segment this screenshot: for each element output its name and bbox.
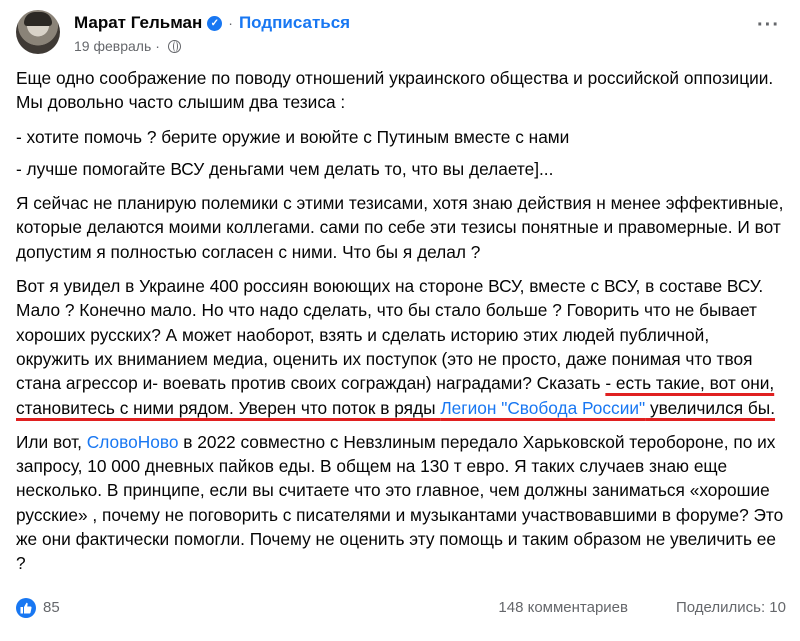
date-separator: · [155, 38, 160, 54]
post-text: Еще одно соображение по поводу отношений… [16, 66, 786, 586]
paragraph-6-start: Или вот, [16, 431, 87, 452]
post-date[interactable]: 19 февраль [74, 38, 151, 54]
thumbs-up-icon [20, 602, 32, 614]
separator-dot: · [228, 15, 233, 31]
author-avatar[interactable] [16, 10, 60, 54]
subscribe-button[interactable]: Подписаться [239, 13, 350, 33]
post-header: Марат Гельман ✓ · Подписаться 19 февраль… [16, 10, 786, 60]
paragraph-4: Я сейчас не планирую полемики с этими те… [16, 193, 784, 262]
paragraph-6: Или вот, СловоНово в 2022 совместно с Не… [16, 430, 786, 576]
post-footer: 85 148 комментариев Поделились: 10 [16, 596, 788, 626]
comments-count-link[interactable]: 148 комментариев [498, 599, 628, 616]
underlined-ending: увеличился бы. [645, 397, 776, 418]
more-options-button[interactable]: ··· [757, 14, 780, 37]
paragraph-6-text: в 2022 совместно с Невзлиным передало Ха… [16, 431, 784, 574]
paragraph-2: - хотите помочь ? берите оружие и воюйте… [16, 126, 570, 147]
paragraph-1: Еще одно соображение по поводу отношений… [16, 68, 774, 113]
legion-link[interactable]: Легион "Свобода России" [440, 398, 645, 418]
reaction-count[interactable]: 85 [43, 599, 60, 616]
post-meta: 19 февраль · [74, 38, 181, 54]
globe-icon [167, 39, 181, 53]
paragraph-5: Вот я увидел в Украине 400 россиян воюющ… [16, 274, 786, 420]
paragraph-3: - лучше помогайте ВСУ деньгами чем делат… [16, 158, 554, 179]
shares-count-link[interactable]: Поделились: 10 [676, 599, 786, 616]
slovonovo-link[interactable]: СловоНово [87, 432, 179, 452]
author-row: Марат Гельман ✓ · Подписаться [74, 13, 350, 33]
author-name[interactable]: Марат Гельман [74, 13, 202, 33]
like-reaction-icon[interactable] [16, 598, 36, 618]
verified-badge-icon: ✓ [207, 15, 223, 31]
